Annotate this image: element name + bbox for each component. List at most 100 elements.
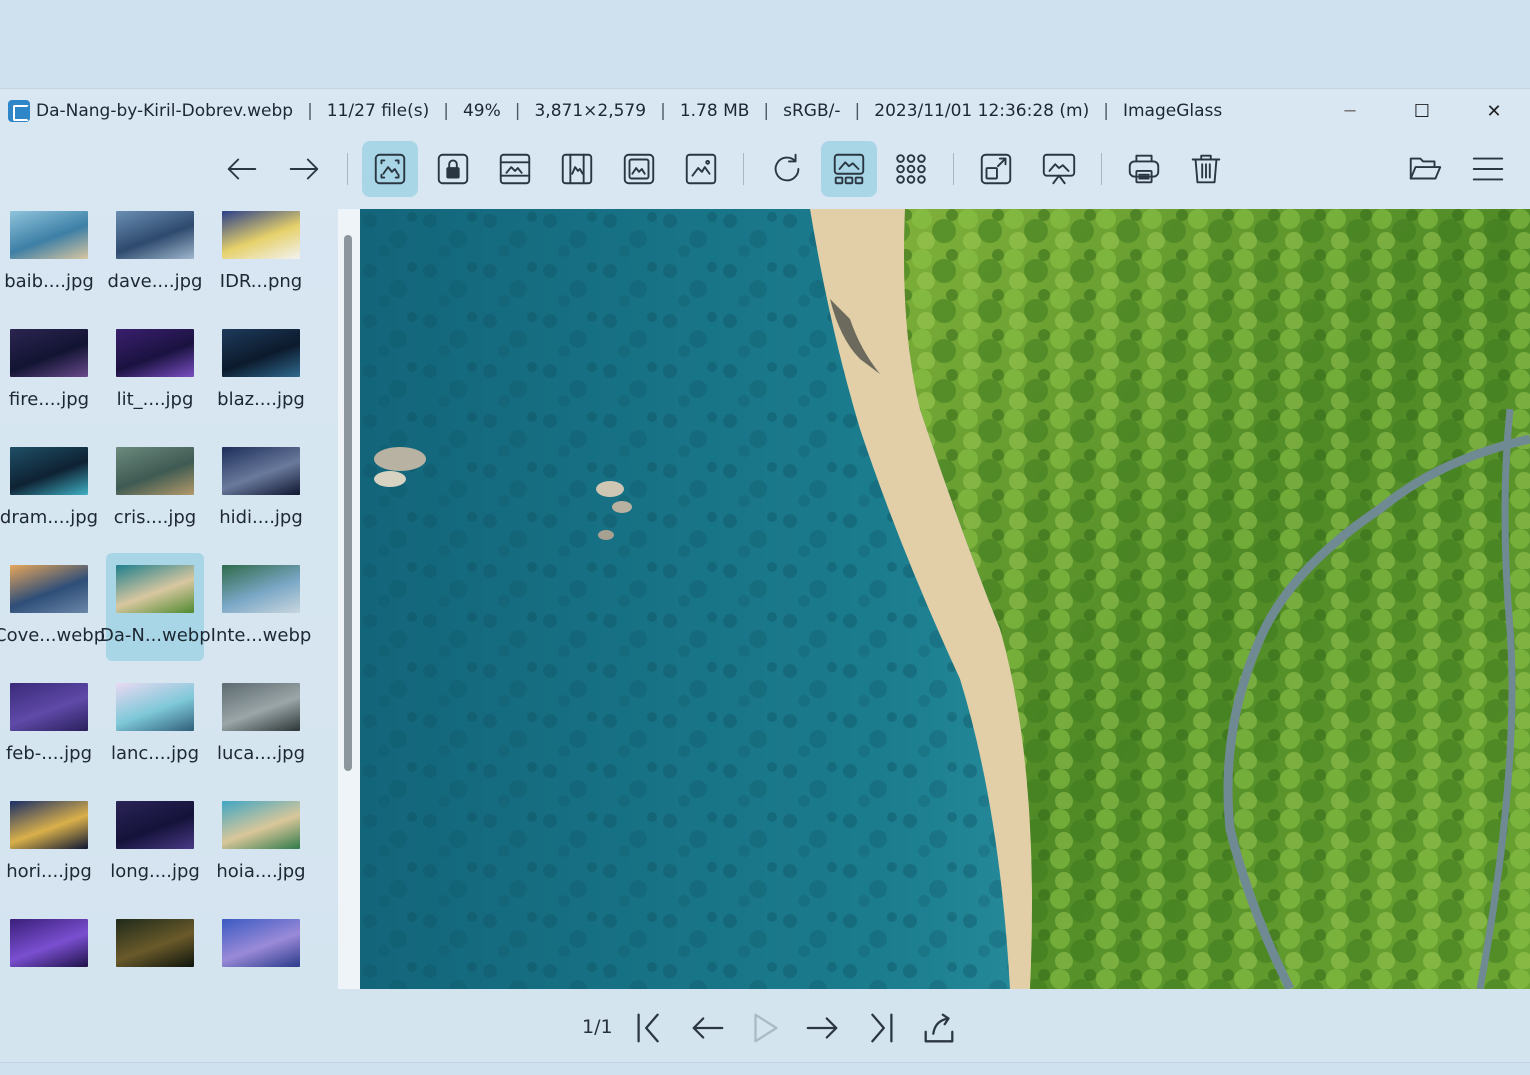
gallery-thumbnail[interactable]: Da-N...webp <box>100 553 210 661</box>
thumbnail-image <box>222 211 300 259</box>
title-app-name: ImageGlass <box>1122 101 1223 121</box>
skip-last-icon <box>871 1013 893 1043</box>
next-image-button[interactable] <box>276 141 332 197</box>
thumbnail-image <box>222 447 300 495</box>
scale-to-width-button[interactable] <box>487 141 543 197</box>
maximize-button[interactable]: ☐ <box>1386 89 1458 133</box>
last-page-button[interactable] <box>858 1006 902 1050</box>
gallery-thumbnail[interactable]: blaz....jpg <box>212 317 310 425</box>
arrow-left-icon <box>692 1017 724 1039</box>
slideshow-button[interactable] <box>1031 141 1087 197</box>
slideshow-icon <box>1042 153 1076 185</box>
thumbnail-label: hidi....jpg <box>219 507 303 528</box>
image-viewer[interactable] <box>360 209 1530 989</box>
first-page-button[interactable] <box>628 1006 672 1050</box>
gallery-thumbnail[interactable]: long....jpg <box>106 789 204 897</box>
title-zoom: 49% <box>462 101 501 121</box>
aerial-coast-image <box>360 209 1530 989</box>
folder-open-icon <box>1409 157 1442 180</box>
export-page-button[interactable] <box>917 1006 961 1050</box>
thumbnail-label: fire....jpg <box>8 389 90 410</box>
thumbnail-image <box>10 683 88 731</box>
arrow-right-icon <box>289 158 319 180</box>
delete-button[interactable] <box>1178 141 1234 197</box>
imageglass-window: Da-Nang-by-Kiril-Dobrev.webp | 11/27 fil… <box>0 88 1530 1063</box>
minimize-button[interactable]: ─ <box>1314 89 1386 133</box>
gallery-thumbnail[interactable] <box>212 907 310 989</box>
arrow-left-icon <box>227 158 257 180</box>
thumbnail-label: hori....jpg <box>6 861 92 882</box>
print-button[interactable] <box>1116 141 1172 197</box>
gallery-thumbnail[interactable]: baib....jpg <box>0 209 98 307</box>
gallery-thumbnail[interactable]: fire....jpg <box>0 317 98 425</box>
thumbnail-label: lanc....jpg <box>110 743 200 764</box>
title-file-index: 11/27 file(s) <box>326 101 430 121</box>
page-indicator: 1/1 <box>582 1016 613 1038</box>
toolbar-separator <box>743 153 744 185</box>
thumbnail-image <box>10 565 88 613</box>
title-bar: Da-Nang-by-Kiril-Dobrev.webp | 11/27 fil… <box>0 89 1530 133</box>
arrow-right-icon <box>806 1017 838 1039</box>
thumbnail-image <box>10 801 88 849</box>
next-page-button[interactable] <box>801 1006 845 1050</box>
scale-fill-icon <box>685 153 717 185</box>
title-color-profile: sRGB/- <box>783 101 841 121</box>
auto-zoom-button[interactable] <box>362 141 418 197</box>
thumbnail-label: lit_....jpg <box>116 389 194 410</box>
scale-to-fill-button[interactable] <box>673 141 729 197</box>
gallery-thumbnail[interactable] <box>0 907 98 989</box>
gallery-thumbnail[interactable]: hori....jpg <box>0 789 98 897</box>
gallery-thumbnail[interactable]: cris....jpg <box>106 435 204 543</box>
thumbnail-label: Da-N...webp <box>100 625 210 646</box>
gallery-thumbnail[interactable]: lanc....jpg <box>106 671 204 779</box>
gallery-thumbnail[interactable]: dave....jpg <box>106 209 204 307</box>
toolbar-separator <box>347 153 348 185</box>
thumbnail-image <box>222 801 300 849</box>
print-icon <box>1128 154 1160 184</box>
thumbnail-image <box>116 919 194 967</box>
thumbnail-image <box>116 683 194 731</box>
refresh-icon <box>774 153 800 182</box>
gallery-thumbnail[interactable]: hidi....jpg <box>212 435 310 543</box>
thumbnail-image <box>116 565 194 613</box>
thumbnail-gallery: baib....jpg dave....jpg IDR...png fire....j… <box>0 209 340 989</box>
thumbnail-label: dram....jpg <box>0 507 99 528</box>
close-button[interactable]: ✕ <box>1458 89 1530 133</box>
checkerboard-button[interactable] <box>883 141 939 197</box>
thumbnail-label: feb-....jpg <box>5 743 93 764</box>
auto-zoom-icon <box>374 153 406 185</box>
page-navigation-bar: 1/1 <box>0 994 1530 1056</box>
main-menu-button[interactable] <box>1460 141 1516 197</box>
gallery-thumbnail[interactable]: IDR...png <box>212 209 310 307</box>
thumbnail-image <box>10 329 88 377</box>
toolbar-separator <box>1101 153 1102 185</box>
play-button[interactable] <box>743 1006 787 1050</box>
gallery-thumbnail[interactable]: lit_....jpg <box>106 317 204 425</box>
gallery-icon <box>833 153 865 185</box>
gallery-thumbnail[interactable]: dram....jpg <box>0 435 98 543</box>
thumbnail-image <box>10 919 88 967</box>
gallery-thumbnail[interactable]: luca....jpg <box>212 671 310 779</box>
gallery-thumbnail[interactable] <box>106 907 204 989</box>
thumbnail-label: IDR...png <box>219 271 303 292</box>
refresh-button[interactable] <box>759 141 815 197</box>
scale-to-height-button[interactable] <box>549 141 605 197</box>
gallery-thumbnail[interactable]: feb-....jpg <box>0 671 98 779</box>
title-filename: Da-Nang-by-Kiril-Dobrev.webp <box>36 101 294 121</box>
gallery-scrollbar[interactable] <box>338 209 360 989</box>
toolbar-separator <box>953 153 954 185</box>
gallery-thumbnail[interactable]: Inte...webp <box>211 553 311 661</box>
gallery-scrollbar-thumb[interactable] <box>344 235 352 771</box>
previous-page-button[interactable] <box>685 1006 729 1050</box>
hamburger-menu-icon <box>1472 157 1504 181</box>
previous-image-button[interactable] <box>214 141 270 197</box>
gallery-toggle-button[interactable] <box>821 141 877 197</box>
toolbar <box>0 139 1530 201</box>
lock-zoom-button[interactable] <box>425 141 481 197</box>
gallery-thumbnail[interactable]: hoia....jpg <box>212 789 310 897</box>
fullscreen-button[interactable] <box>968 141 1024 197</box>
gallery-thumbnail[interactable]: Cove...webp <box>0 553 104 661</box>
open-file-button[interactable] <box>1397 141 1453 197</box>
scale-to-fit-button[interactable] <box>611 141 667 197</box>
thumbnail-label: baib....jpg <box>4 271 94 292</box>
